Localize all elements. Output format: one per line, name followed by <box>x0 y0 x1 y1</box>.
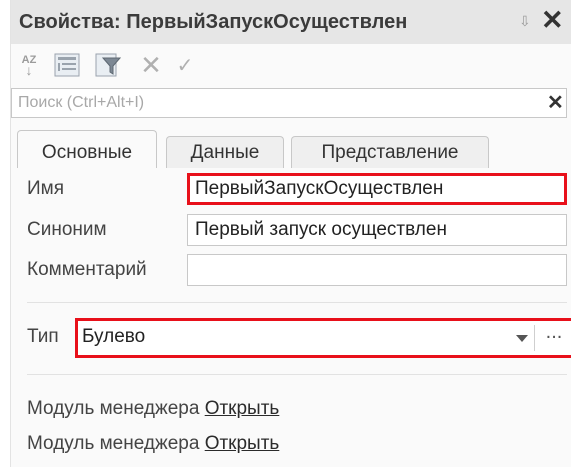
sort-arrow-icon: ↓ <box>25 61 33 78</box>
title-bar: Свойства: ПервыйЗапускОсуществлен ⇩ ✕ <box>11 0 571 44</box>
divider <box>27 302 567 303</box>
properties-panel: Свойства: ПервыйЗапускОсуществлен ⇩ ✕ AZ… <box>10 0 571 467</box>
manager-module-row: Модуль менеджера Открыть <box>27 398 279 420</box>
manager-module-label: Модуль менеджера <box>27 433 200 454</box>
tab-bar: Основные Данные Представление <box>11 130 571 168</box>
name-field[interactable]: ПервыйЗапускОсуществлен <box>187 173 567 205</box>
categories-view-icon[interactable] <box>53 53 81 77</box>
divider <box>27 374 567 375</box>
type-field[interactable]: Булево ... <box>75 318 571 358</box>
tree-icon-graphic <box>54 53 80 77</box>
window-title: Свойства: ПервыйЗапускОсуществлен <box>19 11 408 33</box>
type-value: Булево <box>82 326 146 347</box>
tab-main[interactable]: Основные <box>17 130 157 168</box>
synonym-label: Синоним <box>27 219 107 240</box>
name-label: Имя <box>27 178 65 199</box>
toolbar: AZ ↓ ✕ ✓ <box>11 44 571 84</box>
close-icon[interactable]: ✕ <box>541 5 564 36</box>
tab-data[interactable]: Данные <box>166 136 284 168</box>
clear-search-icon[interactable]: ✕ <box>547 90 564 115</box>
comment-label: Комментарий <box>27 259 147 280</box>
synonym-field[interactable]: Первый запуск осуществлен <box>187 214 567 246</box>
select-type-button[interactable]: ... <box>534 322 571 351</box>
check-icon[interactable]: ✓ <box>173 53 197 77</box>
sort-alphabetically-icon[interactable]: AZ ↓ <box>17 53 41 77</box>
chevron-down-icon[interactable] <box>512 327 532 349</box>
pin-icon[interactable]: ⇩ <box>519 13 531 30</box>
type-label: Тип <box>27 326 59 347</box>
open-manager-module-link[interactable]: Открыть <box>205 398 280 419</box>
remove-icon[interactable]: ✕ <box>139 50 163 80</box>
tab-presentation[interactable]: Представление <box>291 136 489 168</box>
filter-icon[interactable] <box>94 53 122 77</box>
search-input[interactable]: Поиск (Ctrl+Alt+I) ✕ <box>11 88 567 118</box>
filter-icon-graphic <box>95 53 121 77</box>
manager-module-row: Модуль менеджера Открыть <box>27 433 279 455</box>
open-manager-module-link[interactable]: Открыть <box>205 433 280 454</box>
comment-field[interactable] <box>187 254 567 286</box>
search-placeholder: Поиск (Ctrl+Alt+I) <box>18 94 145 111</box>
manager-module-label: Модуль менеджера <box>27 398 200 419</box>
